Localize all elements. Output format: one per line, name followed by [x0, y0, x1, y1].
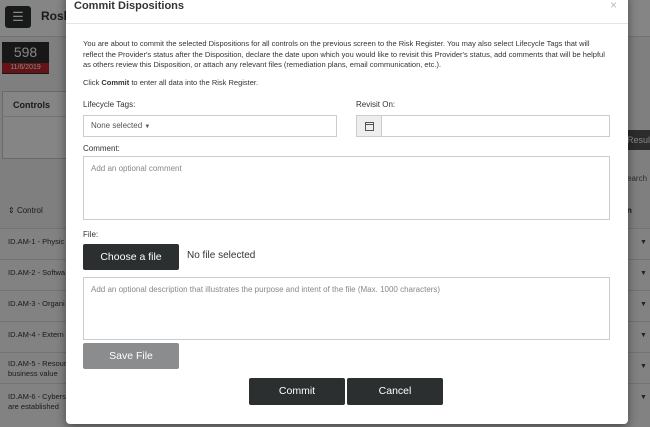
comment-label: Comment: — [83, 144, 120, 153]
commit-hint-suffix: to enter all data into the Risk Register… — [129, 78, 259, 87]
intro-text: You are about to commit the selected Dis… — [83, 39, 605, 69]
header-divider — [66, 23, 628, 24]
commit-dispositions-dialog: Commit Dispositions × You are about to c… — [66, 0, 628, 424]
caret-down-icon: ▼ — [144, 124, 151, 130]
choose-file-button[interactable]: Choose a file — [83, 244, 179, 270]
dialog-title: Commit Dispositions — [74, 0, 185, 12]
comment-textarea[interactable]: Add an optional comment — [83, 156, 610, 220]
commit-button[interactable]: Commit — [249, 378, 345, 405]
calendar-button[interactable] — [357, 116, 382, 136]
comment-placeholder: Add an optional comment — [91, 164, 182, 173]
lifecycle-tags-value: None selected — [91, 121, 143, 130]
cancel-button[interactable]: Cancel — [347, 378, 443, 405]
lifecycle-tags-label: Lifecycle Tags: — [83, 100, 136, 109]
close-icon[interactable]: × — [610, 0, 617, 12]
revisit-on-date-field[interactable] — [356, 115, 610, 137]
revisit-on-label: Revisit On: — [356, 100, 396, 109]
commit-hint-prefix: Click — [83, 78, 102, 87]
file-description-placeholder: Add an optional description that illustr… — [91, 285, 441, 294]
save-file-button[interactable]: Save File — [83, 343, 179, 369]
commit-hint-strong: Commit — [101, 78, 130, 87]
commit-hint: Click Commit to enter all data into the … — [83, 78, 258, 87]
file-label: File: — [83, 230, 99, 239]
file-description-textarea[interactable]: Add an optional description that illustr… — [83, 277, 610, 340]
calendar-icon — [365, 122, 374, 131]
file-status-text: No file selected — [187, 250, 256, 261]
lifecycle-tags-select[interactable]: None selected ▼ — [83, 115, 337, 137]
